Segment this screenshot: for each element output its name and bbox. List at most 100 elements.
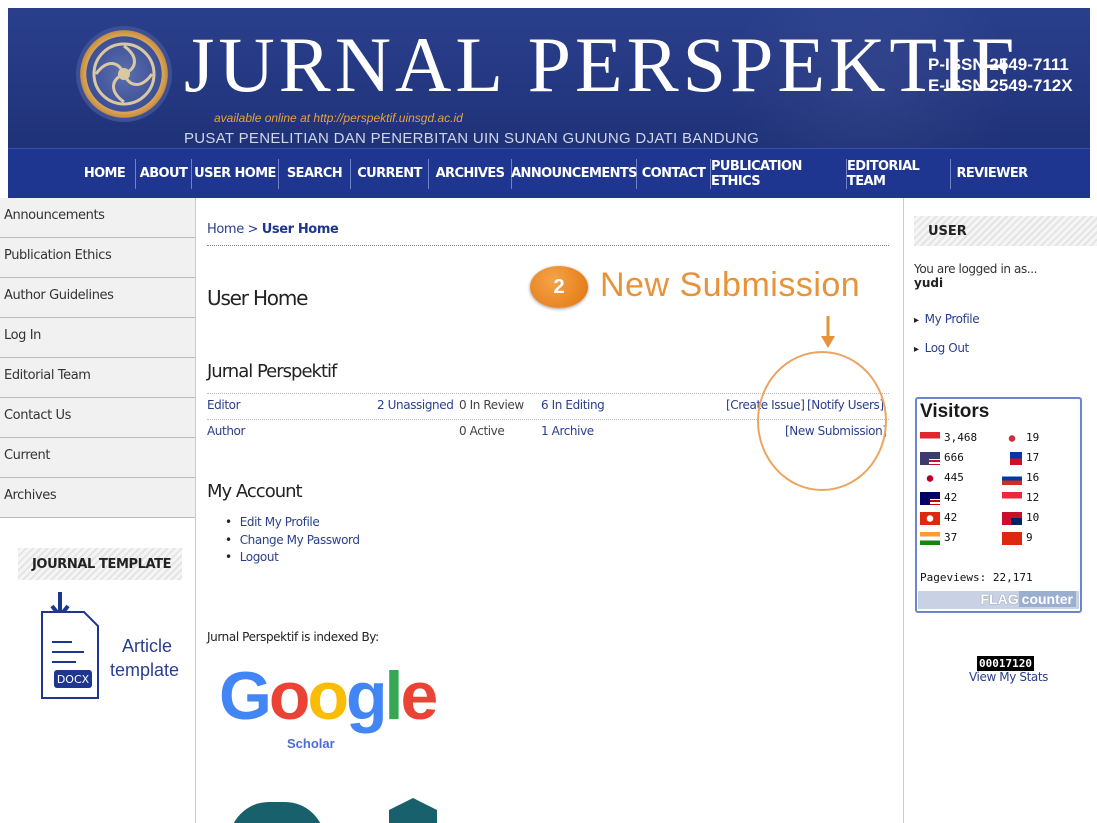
docx-download-icon[interactable]: DOCX bbox=[40, 590, 112, 707]
site-header: JURNAL PERSPEKTIF available online at ht… bbox=[8, 8, 1090, 148]
nav-reviewer[interactable]: REVIEWER bbox=[951, 159, 1033, 189]
google-letter: o bbox=[307, 658, 349, 734]
annotation-label: New Submission bbox=[600, 266, 861, 304]
unassigned-link[interactable]: 2 Unassigned bbox=[377, 398, 454, 412]
nav-user-home[interactable]: USER HOME bbox=[192, 158, 279, 189]
article-template-line2[interactable]: template bbox=[110, 660, 179, 681]
role-author-link[interactable]: Author bbox=[207, 424, 245, 438]
google-letter: g bbox=[346, 658, 388, 734]
nav-search[interactable]: SEARCH bbox=[279, 158, 351, 189]
change-password-link[interactable]: Change My Password bbox=[225, 532, 360, 550]
breadcrumb-divider bbox=[207, 245, 889, 246]
article-template-line1[interactable]: Article bbox=[122, 636, 172, 657]
my-profile-link[interactable]: My Profile bbox=[914, 312, 980, 326]
archive-link[interactable]: 1 Archive bbox=[541, 424, 594, 438]
au-flag-icon bbox=[1002, 511, 1022, 525]
google-letter: G bbox=[219, 658, 272, 734]
visitor-count: 16 bbox=[1026, 471, 1040, 484]
visitor-row: 16 bbox=[1002, 471, 1039, 485]
visitor-row: 9 bbox=[1002, 531, 1033, 545]
indexed-by-text: Jurnal Perspektif is indexed By: bbox=[207, 630, 379, 644]
sidebar-item-log-in[interactable]: Log In bbox=[0, 318, 195, 358]
journal-logo[interactable] bbox=[76, 26, 172, 122]
breadcrumb-home[interactable]: Home bbox=[207, 222, 244, 237]
visitor-row: 42 bbox=[920, 491, 957, 505]
role-editor-link[interactable]: Editor bbox=[207, 398, 241, 412]
sidebar-item-author-guidelines[interactable]: Author Guidelines bbox=[0, 278, 195, 318]
ru-flag-icon bbox=[1002, 471, 1022, 485]
visitor-count: 42 bbox=[944, 491, 958, 504]
sidebar-item-announcements[interactable]: Announcements bbox=[0, 198, 195, 238]
visitor-row: 12 bbox=[1002, 491, 1039, 505]
breadcrumb-current: User Home bbox=[261, 222, 339, 237]
nav-publication-ethics[interactable]: PUBLICATION ETHICS bbox=[711, 158, 847, 189]
in-editing-link[interactable]: 6 In Editing bbox=[541, 398, 605, 412]
right-sidebar: USER You are logged in as... yudi My Pro… bbox=[903, 198, 1097, 823]
flag-counter-word: FLAG bbox=[980, 591, 1019, 607]
us-flag-icon bbox=[920, 451, 940, 465]
visitor-row: 42 bbox=[920, 511, 957, 525]
sidebar-item-editorial-team[interactable]: Editorial Team bbox=[0, 358, 195, 398]
active-count: 0 Active bbox=[459, 424, 505, 438]
flag-counter-widget[interactable]: Visitors 3,468 666 445 42 42 37 19 17 16… bbox=[915, 397, 1082, 613]
sidebar-item-contact-us[interactable]: Contact Us bbox=[0, 398, 195, 438]
index-logo-partial[interactable] bbox=[389, 798, 437, 823]
nav-archives[interactable]: ARCHIVES bbox=[429, 158, 512, 189]
visitor-count: 666 bbox=[944, 451, 964, 464]
nav-announcements[interactable]: ANNOUNCEMENTS bbox=[511, 158, 638, 189]
sidebar-item-archives[interactable]: Archives bbox=[0, 478, 195, 518]
in-flag-icon bbox=[920, 531, 940, 545]
sg-flag-icon bbox=[1002, 491, 1022, 505]
google-letter: e bbox=[400, 658, 438, 734]
google-scholar-logo[interactable]: Google bbox=[219, 662, 438, 730]
breadcrumb-separator: > bbox=[247, 222, 259, 237]
sidebar-item-publication-ethics[interactable]: Publication Ethics bbox=[0, 238, 195, 278]
visitor-row: 3,468 bbox=[920, 431, 977, 445]
sidebar-item-current[interactable]: Current bbox=[0, 438, 195, 478]
nav-current[interactable]: CURRENT bbox=[351, 158, 429, 189]
user-block-heading: USER bbox=[914, 216, 1097, 246]
visitor-row: 17 bbox=[1002, 451, 1039, 465]
main-content: Home > User Home User Home Jurnal Perspe… bbox=[207, 198, 889, 823]
google-letter: l bbox=[384, 658, 404, 734]
id-flag-icon bbox=[920, 431, 940, 445]
cn-flag-icon bbox=[1002, 531, 1022, 545]
google-letter: o bbox=[268, 658, 311, 734]
visitor-row: 10 bbox=[1002, 511, 1039, 525]
docx-label: DOCX bbox=[57, 673, 90, 686]
visitor-count: 9 bbox=[1026, 531, 1033, 544]
visitor-row: 19 bbox=[1002, 431, 1039, 445]
visitor-count: 19 bbox=[1026, 431, 1040, 444]
nav-editorial-team[interactable]: EDITORIAL TEAM bbox=[847, 158, 951, 189]
nav-home[interactable]: HOME bbox=[8, 158, 136, 189]
issn-block: P-ISSN 2549-7111 E-ISSN 2549-712X bbox=[928, 54, 1073, 96]
visitors-title: Visitors bbox=[920, 401, 990, 422]
visitor-row: 445 bbox=[920, 471, 964, 485]
visitor-count: 12 bbox=[1026, 491, 1040, 504]
log-out-link[interactable]: Log Out bbox=[914, 341, 970, 355]
online-url: available online at http://perspektif.ui… bbox=[214, 111, 463, 125]
edit-profile-link[interactable]: Edit My Profile bbox=[225, 514, 360, 532]
kr-flag-icon bbox=[1002, 431, 1022, 445]
left-sidebar: Announcements Publication Ethics Author … bbox=[0, 198, 196, 823]
step-badge: 2 bbox=[530, 266, 588, 308]
logout-link[interactable]: Logout bbox=[225, 549, 360, 567]
pageviews-count: Pageviews: 22,171 bbox=[920, 571, 1033, 584]
nav-about[interactable]: ABOUT bbox=[136, 158, 192, 189]
username: yudi bbox=[914, 276, 944, 290]
hit-counter: 00017120 bbox=[977, 656, 1034, 671]
my-account-heading: My Account bbox=[207, 481, 303, 502]
journal-heading: Jurnal Perspektif bbox=[207, 361, 337, 382]
visitor-count: 37 bbox=[944, 531, 958, 544]
flag-counter-brand[interactable]: FLAG counter bbox=[918, 591, 1079, 609]
page-title: User Home bbox=[207, 286, 308, 310]
nav-contact[interactable]: CONTACT bbox=[637, 158, 711, 189]
in-review-count: 0 In Review bbox=[459, 398, 524, 412]
ph-flag-icon bbox=[1002, 451, 1022, 465]
view-my-stats-link[interactable]: View My Stats bbox=[969, 670, 1048, 684]
journal-template-heading: JOURNAL TEMPLATE bbox=[18, 548, 182, 580]
index-logo-partial[interactable] bbox=[229, 802, 325, 823]
counter-word: counter bbox=[1018, 591, 1076, 607]
visitor-count: 17 bbox=[1026, 451, 1040, 464]
eissn: E-ISSN 2549-712X bbox=[928, 76, 1073, 95]
